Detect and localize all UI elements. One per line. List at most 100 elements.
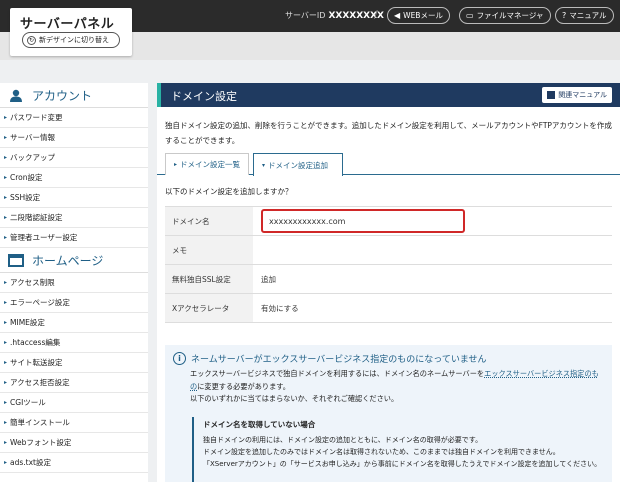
arrow-right-icon: ▸ xyxy=(4,299,8,306)
arrow-down-icon: ▾ xyxy=(262,161,266,169)
sidebar-item-label: 二段階認証設定 xyxy=(10,213,63,222)
sidebar-item-cron[interactable]: ▸ Cron設定 xyxy=(0,168,148,188)
server-id-label: サーバーID xyxy=(285,11,326,20)
tab-label: ドメイン設定一覧 xyxy=(180,160,241,169)
main-content: ドメイン設定 関連マニュアル 独自ドメイン設定の追加、削除を行うことができます。… xyxy=(157,83,620,482)
refresh-icon: ↻ xyxy=(27,35,36,45)
sidebar-item-label: サーバー情報 xyxy=(10,133,55,142)
notice-body: エックスサーバービジネスで独自ドメインを利用するには、ドメイン名のネームサーバー… xyxy=(190,368,602,406)
arrow-right-icon: ▸ xyxy=(4,359,8,366)
arrow-right-icon: ▸ xyxy=(4,214,8,221)
webmail-button[interactable]: ◀ WEBメール xyxy=(387,7,450,24)
tab-domain-add[interactable]: ▾ ドメイン設定追加 xyxy=(253,153,343,176)
sidebar-section-homepage: ホームページ xyxy=(0,248,148,273)
manual-button[interactable]: ? マニュアル xyxy=(555,7,614,24)
sidebar-item-label: 管理者ユーザー設定 xyxy=(10,233,78,242)
notice-text: エックスサーバービジネスで独自ドメインを利用するには、ドメイン名のネームサーバー… xyxy=(190,369,485,378)
sidebar-item-label: サイト転送設定 xyxy=(10,358,63,367)
tab-domain-list[interactable]: ▸ ドメイン設定一覧 xyxy=(165,153,249,175)
notice-title: i ネームサーバーがエックスサーバービジネス指定のものになっていません xyxy=(173,352,487,365)
sidebar-item-error-page[interactable]: ▸ エラーページ設定 xyxy=(0,293,148,313)
no-domain-line: 「XServerアカウント」の「サービスお申し込み」から事前にドメイン名を取得し… xyxy=(203,460,602,468)
switch-design-button[interactable]: ↻ 新デザインに切り替え xyxy=(22,32,120,48)
arrow-right-icon: ▸ xyxy=(4,379,8,386)
no-domain-body: 独自ドメインの利用には、ドメイン設定の追加とともに、ドメイン名の取得が必要です。… xyxy=(203,434,604,470)
no-domain-title: ドメイン名を取得していない場合 xyxy=(203,420,316,429)
no-domain-line: 独自ドメインの利用には、ドメイン設定の追加とともに、ドメイン名の取得が必要です。 xyxy=(203,436,483,444)
sidebar-item-access-deny[interactable]: ▸ アクセス拒否設定 xyxy=(0,373,148,393)
page-title: ドメイン設定 xyxy=(171,90,237,103)
file-manager-label: ファイルマネージャ xyxy=(476,11,544,20)
domain-name-field[interactable]: xxxxxxxxxxxx.com xyxy=(261,209,465,233)
sidebar-section-account: アカウント xyxy=(0,83,148,108)
sidebar-item-label: Webフォント設定 xyxy=(10,438,72,447)
sidebar-item-label: MIME設定 xyxy=(10,318,45,327)
sidebar-item-easy-install[interactable]: ▸ 簡単インストール xyxy=(0,413,148,433)
arrow-right-icon: ▸ xyxy=(4,319,8,326)
table-row: メモ xyxy=(165,236,612,265)
sidebar-item-htaccess[interactable]: ▸ .htaccess編集 xyxy=(0,333,148,353)
sidebar-item-site-redirect[interactable]: ▸ サイト転送設定 xyxy=(0,353,148,373)
arrow-right-icon: ▸ xyxy=(4,399,8,406)
sidebar-item-two-factor[interactable]: ▸ 二段階認証設定 xyxy=(0,208,148,228)
switch-design-label: 新デザインに切り替え xyxy=(39,36,109,44)
book-icon xyxy=(547,91,556,99)
notice-text: に変更する必要があります。 xyxy=(197,381,290,391)
arrow-right-icon: ▸ xyxy=(4,279,8,286)
header-separator: / xyxy=(374,8,378,21)
sidebar-item-label: パスワード変更 xyxy=(10,113,63,122)
sidebar-item-ads-txt[interactable]: ▸ ads.txt設定 xyxy=(0,453,148,473)
arrow-right-icon: ▸ xyxy=(4,459,8,466)
user-icon xyxy=(10,89,22,102)
sidebar-item-label: アクセス拒否設定 xyxy=(10,378,70,387)
arrow-right-icon: ▸ xyxy=(4,419,8,426)
help-icon: ? xyxy=(562,11,567,20)
confirm-question: 以下のドメイン設定を追加しますか？ xyxy=(165,187,293,196)
sidebar-item-server-info[interactable]: ▸ サーバー情報 xyxy=(0,128,148,148)
sidebar-item-label: 簡単インストール xyxy=(10,418,70,427)
row-label: Xアクセラレータ xyxy=(165,294,253,322)
arrow-right-icon: ▸ xyxy=(4,439,8,446)
no-domain-section: ドメイン名を取得していない場合 独自ドメインの利用には、ドメイン設定の追加ととも… xyxy=(192,417,604,482)
sidebar-item-admin-users[interactable]: ▸ 管理者ユーザー設定 xyxy=(0,228,148,248)
browser-window-icon xyxy=(8,253,24,267)
table-row: ドメイン名 xxxxxxxxxxxx.com xyxy=(165,207,612,236)
server-id: サーバーID XXXXXXXX xyxy=(285,10,384,21)
file-manager-button[interactable]: ▭ ファイルマネージャ xyxy=(459,7,551,24)
sidebar-item-access-restriction[interactable]: ▸ アクセス制限 xyxy=(0,273,148,293)
sidebar-item-label: ads.txt設定 xyxy=(10,458,51,467)
sidebar-item-password[interactable]: ▸ パスワード変更 xyxy=(0,108,148,128)
arrow-right-icon: ▸ xyxy=(4,134,8,141)
row-label: メモ xyxy=(165,236,253,264)
arrow-right-icon: ▸ xyxy=(4,194,8,201)
sidebar-item-label: アクセス制限 xyxy=(10,278,55,287)
related-manual-button[interactable]: 関連マニュアル xyxy=(542,87,612,103)
notice-title-text: ネームサーバーがエックスサーバービジネス指定のものになっていません xyxy=(191,355,487,365)
sidebar-item-mime[interactable]: ▸ MIME設定 xyxy=(0,313,148,333)
logo-panel: サーバーパネル ↻ 新デザインに切り替え xyxy=(10,8,132,56)
tab-label: ドメイン設定追加 xyxy=(268,160,329,170)
arrow-right-icon: ▸ xyxy=(4,154,8,161)
sidebar-item-cgi-tools[interactable]: ▸ CGIツール xyxy=(0,393,148,413)
row-label: 無料独自SSL設定 xyxy=(165,265,253,293)
arrow-right-icon: ▸ xyxy=(4,339,8,346)
sidebar-heading-account: アカウント xyxy=(32,88,93,103)
sidebar-item-ssh[interactable]: ▸ SSH設定 xyxy=(0,188,148,208)
app-title: サーバーパネル xyxy=(20,17,115,32)
sidebar-item-web-font[interactable]: ▸ Webフォント設定 xyxy=(0,433,148,453)
x-accelerator-value: 有効にする xyxy=(261,303,299,313)
info-icon: i xyxy=(173,352,186,365)
sidebar-item-backup[interactable]: ▸ バックアップ xyxy=(0,148,148,168)
sidebar-item-label: エラーページ設定 xyxy=(10,298,70,307)
table-row: 無料独自SSL設定 追加 xyxy=(165,265,612,294)
no-domain-line: ドメイン設定を追加したのみではドメイン名は取得されないため、このままでは独自ドメ… xyxy=(203,448,560,456)
ssl-value: 追加 xyxy=(261,274,276,284)
webmail-label: WEBメール xyxy=(403,11,443,20)
sidebar-item-label: SSH設定 xyxy=(10,193,41,202)
manual-label: マニュアル xyxy=(569,11,607,20)
notice-text: 以下のいずれかに当てはまらないか、それぞれご確認ください。 xyxy=(190,394,399,403)
table-row: Xアクセラレータ 有効にする xyxy=(165,294,612,323)
domain-form-table: ドメイン名 xxxxxxxxxxxx.com メモ 無料独自SSL設定 追加 X… xyxy=(165,206,612,323)
sidebar-item-label: Cron設定 xyxy=(10,173,43,182)
sidebar-item-label: バックアップ xyxy=(10,153,56,162)
